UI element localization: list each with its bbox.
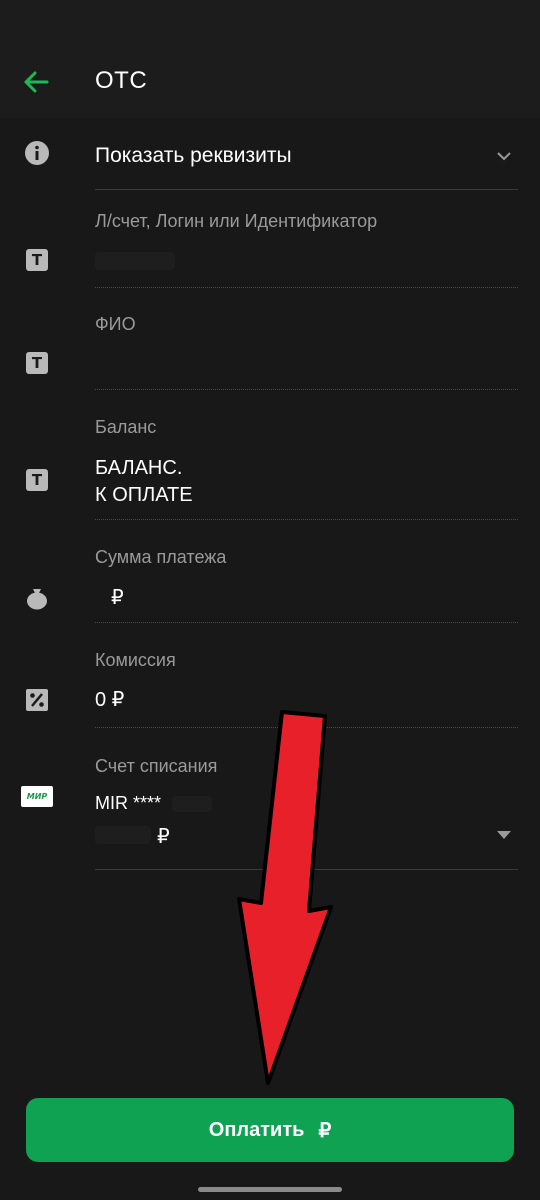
account-label: Л/счет, Логин или Идентификатор [95,211,378,231]
amount-label: Сумма платежа [95,547,227,567]
field-underline [95,389,518,390]
balance-value-line2: К ОПЛАТЕ [95,484,193,506]
field-underline [95,622,518,623]
money-bag-icon [24,585,50,611]
amount-input[interactable]: ₽ [111,585,124,611]
back-button[interactable] [14,60,58,104]
arrow-left-icon [24,71,49,93]
field-underline [95,519,518,520]
commission-value: 0 ₽ [95,689,125,711]
text-field-icon: T [24,350,50,376]
payment-form [0,118,540,1200]
chevron-down-icon[interactable] [494,146,514,166]
balance-value-line1: БАЛАНС. [95,457,183,479]
debit-account-label: Счет списания [95,756,218,776]
divider [95,869,518,870]
home-indicator[interactable] [198,1187,342,1192]
redacted-value [95,826,151,844]
redacted-value [172,796,212,812]
percent-icon [24,687,50,713]
divider [95,189,518,190]
pay-button-label: Оплатить [208,1118,305,1141]
show-details-toggle[interactable]: Показать реквизиты [95,144,292,168]
page-title: ОТС [95,67,148,94]
debit-card-number[interactable]: MIR **** [95,790,161,816]
info-icon [24,140,50,166]
app-bar: ОТС [0,40,540,118]
pay-button-currency: ₽ [318,1119,332,1142]
debit-card-balance: ₽ [157,826,170,848]
status-bar [0,0,540,40]
balance-label: Баланс [95,417,157,437]
commission-label: Комиссия [95,650,176,670]
mir-card-icon: МИР [21,786,53,807]
pay-button[interactable]: Оплатить ₽ [26,1098,514,1162]
fio-label: ФИО [95,314,136,334]
text-field-icon: T [24,247,50,273]
field-underline [95,287,518,288]
text-field-icon: T [24,467,50,493]
redacted-value [95,252,175,270]
dropdown-arrow-icon[interactable] [496,830,512,840]
field-underline [95,727,518,728]
